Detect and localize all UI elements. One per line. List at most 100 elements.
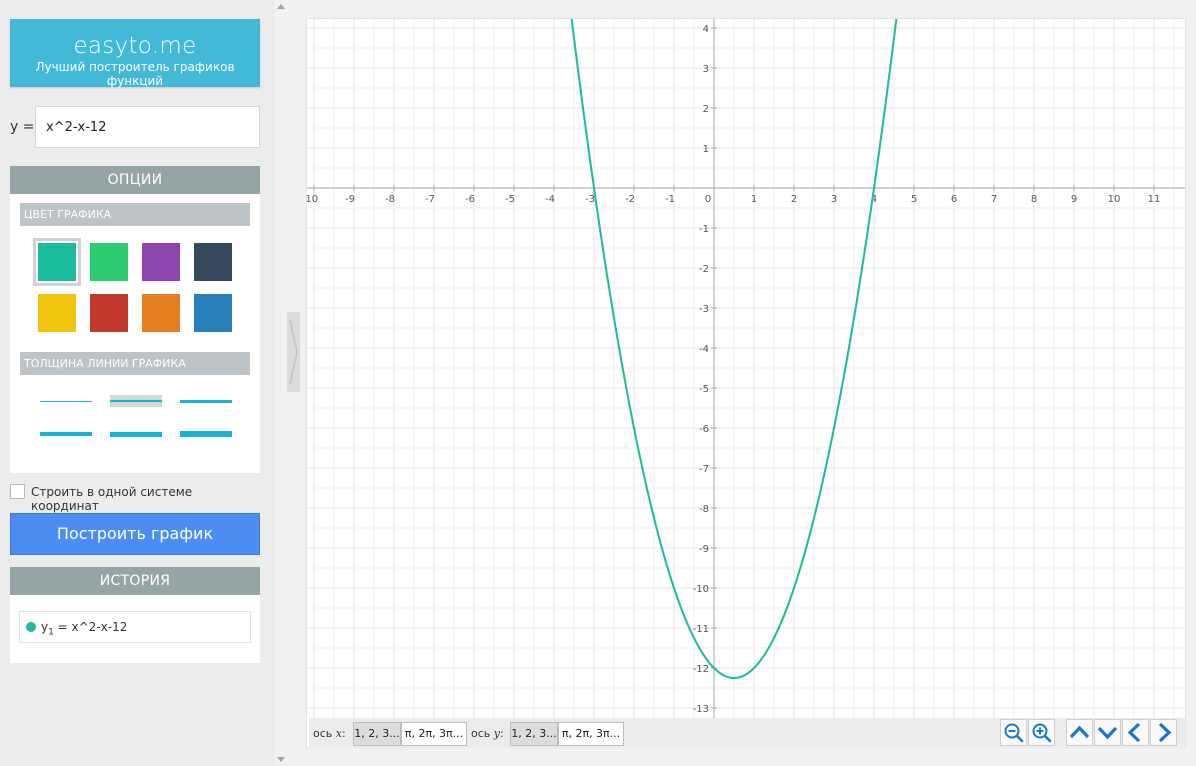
- x-axis-pi-toggle[interactable]: π, 2π, 3π...: [401, 722, 467, 746]
- y-tick-label: -8: [699, 504, 709, 515]
- y-tick-label: -2: [699, 264, 709, 275]
- color-swatch[interactable]: [90, 294, 128, 332]
- y-tick-label: -1: [699, 224, 709, 235]
- pan-right-button[interactable]: [1150, 719, 1177, 746]
- same-system-label: Строить в одной системе координат: [31, 485, 193, 513]
- pan-up-button[interactable]: [1066, 719, 1093, 746]
- sidebar-scrollbar[interactable]: [273, 0, 287, 766]
- y-tick-label: -6: [699, 424, 709, 435]
- function-input[interactable]: [35, 106, 260, 148]
- x-tick-label: 3: [831, 194, 837, 205]
- y-tick-label: -4: [699, 344, 709, 355]
- thickness-line: [110, 431, 162, 437]
- y-tick-label: -5: [699, 384, 709, 395]
- history-color-dot: [26, 622, 36, 632]
- pan-left-button[interactable]: [1122, 719, 1149, 746]
- chevron-up-icon: [1069, 725, 1090, 739]
- checkbox-box[interactable]: [10, 484, 25, 499]
- y-tick-label: 3: [703, 64, 709, 75]
- thickness-option[interactable]: [40, 428, 92, 440]
- logo[interactable]: easyto.me Лучший построитель графиков фу…: [10, 19, 260, 88]
- color-swatch[interactable]: [194, 243, 232, 281]
- thickness-option[interactable]: [110, 428, 162, 440]
- thickness-line: [40, 400, 92, 402]
- chevron-left-icon: [1127, 722, 1141, 743]
- color-swatch[interactable]: [194, 294, 232, 332]
- collapse-sidebar-button[interactable]: [287, 312, 300, 392]
- chevron-right-icon: [289, 319, 298, 385]
- graph-canvas[interactable]: -10-9-8-7-6-5-4-3-2-1012345678910114321-…: [306, 18, 1186, 748]
- y-tick-label: 1: [703, 144, 709, 155]
- thickness-option[interactable]: [180, 395, 232, 407]
- options-header[interactable]: ОПЦИИ: [10, 166, 260, 194]
- brand-name: easyto.me: [73, 33, 197, 59]
- x-axis-label: ось x:: [313, 727, 346, 740]
- plot-button[interactable]: Построить график: [10, 513, 260, 555]
- x-tick-label: 10: [1108, 194, 1121, 205]
- x-tick-label: -3: [585, 194, 595, 205]
- thickness-line: [180, 431, 232, 437]
- thickness-line: [40, 432, 92, 436]
- chevron-down-icon: [1097, 726, 1118, 740]
- thickness-option[interactable]: [110, 395, 162, 407]
- y-tick-label: -10: [693, 584, 709, 595]
- x-axis-integer-toggle[interactable]: 1, 2, 3...: [353, 722, 401, 746]
- y-tick-label: -13: [693, 704, 709, 715]
- zoom-in-icon: [1032, 723, 1052, 743]
- thickness-option[interactable]: [180, 428, 232, 440]
- y-axis-integer-toggle[interactable]: 1, 2, 3...: [510, 722, 558, 746]
- x-tick-label: -6: [465, 194, 475, 205]
- x-tick-label: 5: [911, 194, 917, 205]
- y-tick-label: -11: [693, 624, 709, 635]
- color-swatch[interactable]: [33, 238, 81, 286]
- x-tick-label: -4: [545, 194, 555, 205]
- graph-plot[interactable]: -10-9-8-7-6-5-4-3-2-1012345678910114321-…: [307, 19, 1185, 747]
- y-tick-label: -3: [699, 304, 709, 315]
- color-swatch[interactable]: [38, 294, 76, 332]
- same-system-checkbox[interactable]: Строить в одной системе координат: [10, 484, 260, 513]
- x-tick-label: -9: [345, 194, 355, 205]
- thickness-line: [110, 400, 162, 402]
- function-label: y =: [10, 119, 35, 135]
- x-tick-label: 6: [951, 194, 957, 205]
- options-panel: ЦВЕТ ГРАФИКА ТОЛЩИНА ЛИНИИ ГРАФИКА: [10, 194, 260, 473]
- history-header[interactable]: ИСТОРИЯ: [10, 567, 260, 595]
- scroll-down-icon[interactable]: [277, 757, 285, 762]
- x-tick-label: 0: [705, 194, 711, 205]
- x-tick-label: -7: [425, 194, 435, 205]
- color-subheader: ЦВЕТ ГРАФИКА: [20, 203, 250, 226]
- pan-down-button[interactable]: [1094, 719, 1121, 746]
- x-tick-label: -1: [665, 194, 675, 205]
- x-tick-label: 2: [791, 194, 797, 205]
- sidebar: easyto.me Лучший построитель графиков фу…: [0, 0, 273, 766]
- x-tick-label: -8: [385, 194, 395, 205]
- zoom-out-icon: [1004, 723, 1024, 743]
- chevron-right-icon: [1158, 722, 1172, 743]
- x-tick-label: -5: [505, 194, 515, 205]
- x-tick-label: 11: [1148, 194, 1161, 205]
- y-tick-label: -12: [693, 664, 709, 675]
- y-axis-pi-toggle[interactable]: π, 2π, 3π...: [558, 722, 624, 746]
- y-tick-label: -9: [699, 544, 709, 555]
- function-row: y =: [10, 106, 260, 148]
- scroll-up-icon[interactable]: [277, 4, 285, 9]
- y-tick-label: 4: [703, 24, 709, 35]
- x-tick-label: -2: [625, 194, 635, 205]
- x-tick-label: -10: [307, 194, 318, 205]
- x-tick-label: 7: [991, 194, 997, 205]
- zoom-out-button[interactable]: [1000, 719, 1027, 746]
- thickness-line: [180, 399, 232, 403]
- color-swatch[interactable]: [142, 294, 180, 332]
- color-swatch[interactable]: [142, 243, 180, 281]
- thickness-subheader: ТОЛЩИНА ЛИНИИ ГРАФИКА: [20, 352, 250, 375]
- history-item[interactable]: y1 = x^2-x-12: [19, 611, 251, 643]
- history-expression: y1 = x^2-x-12: [41, 620, 128, 638]
- x-tick-label: 9: [1071, 194, 1077, 205]
- y-tick-label: 2: [703, 104, 709, 115]
- thickness-option[interactable]: [40, 395, 92, 407]
- x-tick-label: 8: [1031, 194, 1037, 205]
- zoom-in-button[interactable]: [1028, 719, 1055, 746]
- color-swatch[interactable]: [90, 243, 128, 281]
- history-panel: y1 = x^2-x-12: [10, 595, 260, 663]
- y-tick-label: -7: [699, 464, 709, 475]
